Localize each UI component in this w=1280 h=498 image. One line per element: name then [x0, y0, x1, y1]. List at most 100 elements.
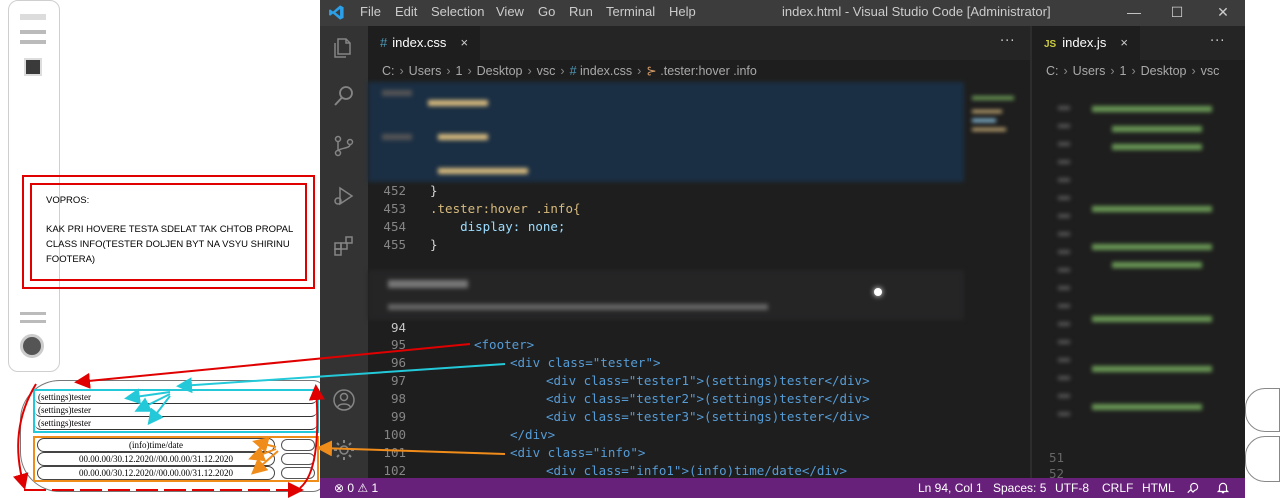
- more-actions-icon[interactable]: ···: [1210, 34, 1225, 49]
- language-mode[interactable]: HTML: [1142, 478, 1175, 498]
- breadcrumb-item[interactable]: vsc: [1201, 64, 1220, 78]
- code-line: <div class="tester1">(settings)tester</d…: [546, 373, 870, 388]
- line-number: 95: [390, 337, 406, 352]
- menu-go[interactable]: Go: [538, 4, 555, 19]
- breadcrumb-item[interactable]: Users: [409, 64, 442, 78]
- minimap: [968, 86, 1018, 246]
- blurred-js-code: [1032, 86, 1245, 466]
- breadcrumb-item[interactable]: C:: [1046, 64, 1059, 78]
- tester-row: (settings)tester: [35, 417, 317, 430]
- line-number: 100: [383, 427, 406, 442]
- code-line: <div class="tester">: [510, 355, 661, 370]
- breadcrumb: C: › Users › 1 › Desktop › vsc › # index.css › ⊱ .te…: [382, 64, 757, 78]
- info-pill: [281, 467, 315, 479]
- tab-close-icon[interactable]: ×: [1120, 35, 1128, 50]
- breadcrumb-item[interactable]: index.css: [580, 64, 632, 78]
- tester-row: (settings)tester: [35, 404, 317, 417]
- line-number: 98: [390, 391, 406, 406]
- code-line: <div class="tester3">(settings)tester</d…: [546, 409, 870, 424]
- css-file-icon: #: [380, 35, 388, 50]
- breadcrumb-item[interactable]: 1: [1120, 64, 1127, 78]
- breadcrumb-item[interactable]: vsc: [537, 64, 556, 78]
- maximize-button[interactable]: ☐: [1167, 2, 1187, 22]
- menu-file[interactable]: File: [360, 4, 381, 19]
- webpage-preview: VOPROS: KAK PRI HOVERE TESTA SDELAT TAK …: [0, 0, 330, 498]
- code-line: <footer>: [474, 337, 535, 352]
- symbol-icon: ⊱: [646, 64, 661, 78]
- breadcrumb-item[interactable]: .tester:hover .info: [660, 64, 757, 78]
- breadcrumb-item[interactable]: Users: [1073, 64, 1106, 78]
- explorer-icon[interactable]: [332, 36, 356, 60]
- menu-selection[interactable]: Selection: [431, 4, 484, 19]
- mini-decoration: [20, 14, 46, 20]
- tester-row: (settings)tester: [35, 391, 317, 404]
- line-number: 453: [383, 201, 406, 216]
- problems-indicator[interactable]: ⊗ 0 ⚠ 1: [334, 478, 378, 498]
- line-number: 102: [383, 463, 406, 478]
- breadcrumb: C: › Users › 1 › Desktop › vsc: [1046, 64, 1220, 78]
- info-row: 00.00.00/30.12.2020//00.00.00/31.12.2020: [37, 452, 275, 466]
- tab-label: index.css: [392, 35, 447, 50]
- tab-index-css[interactable]: # index.css ×: [368, 26, 481, 60]
- notifications-bell-icon[interactable]: [1216, 481, 1230, 495]
- info-pill: [281, 439, 315, 451]
- question-title: VOPROS:: [46, 195, 90, 206]
- line-number: 51: [1048, 450, 1064, 465]
- breadcrumb-item[interactable]: Desktop: [1141, 64, 1187, 78]
- settings-gear-icon[interactable]: [332, 438, 356, 462]
- breadcrumb-item[interactable]: C:: [382, 64, 395, 78]
- tab-index-js[interactable]: JS index.js ×: [1032, 26, 1140, 60]
- js-line-numbers: 51 52: [1032, 450, 1072, 481]
- indentation[interactable]: Spaces: 5: [993, 478, 1046, 498]
- code-line: }: [430, 183, 438, 198]
- cursor-sparkle: [874, 288, 882, 296]
- tester-block[interactable]: (settings)tester (settings)tester (setti…: [33, 389, 319, 433]
- blurred-code-lines: [368, 86, 964, 178]
- page-edge-fragment: [1245, 436, 1280, 482]
- menu-edit[interactable]: Edit: [395, 4, 417, 19]
- info-pill: [281, 453, 315, 465]
- round-button[interactable]: [20, 334, 44, 358]
- line-number: 452: [383, 183, 406, 198]
- menu-help[interactable]: Help: [669, 4, 696, 19]
- minimize-button[interactable]: —: [1124, 2, 1144, 22]
- encoding[interactable]: UTF-8: [1055, 478, 1089, 498]
- code-line: <div class="info1">(info)time/date</div>: [546, 463, 848, 478]
- code-line: .tester:hover .info{: [430, 201, 581, 216]
- extensions-icon[interactable]: [332, 234, 356, 258]
- line-number: 454: [383, 219, 406, 234]
- vscode-window: File Edit Selection View Go Run Terminal…: [320, 0, 1245, 498]
- breadcrumb-item[interactable]: 1: [456, 64, 463, 78]
- tab-bar: # index.css × ···: [368, 26, 1030, 60]
- line-number: 94: [390, 320, 406, 335]
- mini-decoration: [20, 320, 46, 323]
- line-number: 99: [390, 409, 406, 424]
- menu-terminal[interactable]: Terminal: [606, 4, 655, 19]
- feedback-icon[interactable]: [1186, 481, 1200, 495]
- more-actions-icon[interactable]: ···: [1000, 34, 1015, 49]
- search-icon[interactable]: [332, 84, 356, 108]
- info-block: (info)time/date 00.00.00/30.12.2020//00.…: [33, 436, 319, 482]
- line-number: 97: [390, 373, 406, 388]
- run-debug-icon[interactable]: [332, 184, 356, 208]
- line-number: 101: [383, 445, 406, 460]
- account-icon[interactable]: [332, 388, 356, 412]
- menu-view[interactable]: View: [496, 4, 524, 19]
- editor-group-left: # index.css × ··· C: › Users › 1 › Desktop › vsc › #…: [368, 26, 1030, 478]
- tab-close-icon[interactable]: ×: [460, 35, 468, 50]
- cursor-position[interactable]: Ln 94, Col 1: [918, 478, 983, 498]
- activity-bar: [320, 26, 368, 478]
- menu-run[interactable]: Run: [569, 4, 593, 19]
- css-file-icon: #: [569, 64, 581, 78]
- line-ending[interactable]: CRLF: [1102, 478, 1133, 498]
- info-row: (info)time/date: [37, 438, 275, 452]
- html-code-area[interactable]: 94 95 <footer> 96 <div class="tester"> 9…: [368, 318, 964, 478]
- qr-code-image: [24, 58, 42, 76]
- source-control-icon[interactable]: [332, 134, 356, 158]
- line-number: 96: [390, 355, 406, 370]
- code-line: </div>: [510, 427, 556, 442]
- js-file-icon: JS: [1044, 39, 1057, 50]
- breadcrumb-item[interactable]: Desktop: [477, 64, 523, 78]
- close-button[interactable]: ✕: [1213, 2, 1233, 22]
- css-code-area[interactable]: 452 } 453 .tester:hover .info{ 454 displ…: [368, 176, 964, 266]
